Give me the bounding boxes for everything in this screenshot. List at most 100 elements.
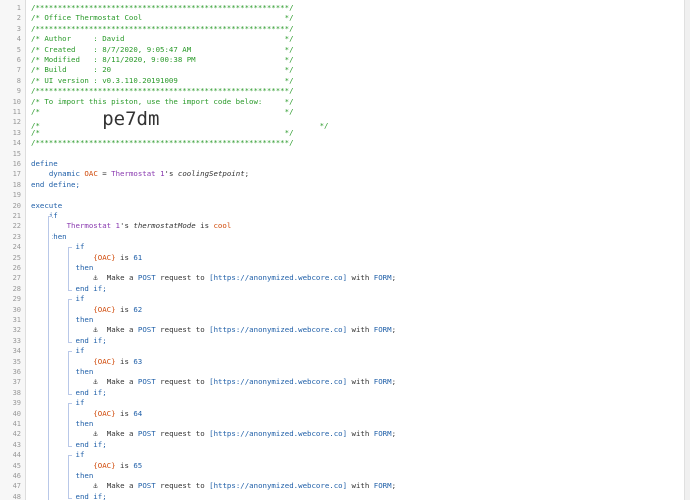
code-text: if bbox=[31, 294, 85, 304]
code-line[interactable]: 12/* pe7dm */ bbox=[0, 110, 684, 131]
code-token: = bbox=[97, 169, 112, 179]
line-number: 42 bbox=[12, 430, 21, 439]
code-line[interactable]: 3 /**************************************… bbox=[0, 24, 684, 34]
code-line[interactable]: 45 {OAC} is 65 bbox=[0, 461, 684, 471]
code-line[interactable]: 10 /* To import this piston, use the impo… bbox=[0, 97, 684, 107]
code-line[interactable]: 23 then bbox=[0, 232, 684, 242]
code-line[interactable]: 7 /* Build : 20 */ bbox=[0, 65, 684, 75]
code-line[interactable]: 24 if bbox=[0, 242, 684, 252]
line-number: 13 bbox=[12, 128, 21, 137]
comment-token: /* To import this piston, use the import… bbox=[31, 96, 294, 106]
device-token: Thermostat 1 bbox=[66, 221, 121, 231]
code-line[interactable]: 34 if bbox=[0, 346, 684, 356]
code-line[interactable]: 18 end define; bbox=[0, 180, 684, 190]
code-line[interactable]: 9 /**************************************… bbox=[0, 86, 684, 96]
keyword-token: POST bbox=[137, 377, 156, 387]
code-text: /* Author : David */ bbox=[31, 34, 294, 44]
block-guide bbox=[68, 351, 72, 395]
code-line[interactable]: 13 /* */ bbox=[0, 128, 684, 138]
code-text: /* Office Thermostat Cool */ bbox=[31, 13, 294, 23]
code-text: then bbox=[31, 367, 94, 377]
comment-token: /* Modified : 8/11/2020, 9:00:38 PM */ bbox=[31, 55, 294, 64]
line-number: 5 bbox=[16, 45, 21, 54]
variable-token: {OAC} bbox=[93, 304, 116, 314]
code-line[interactable]: 48 end if; bbox=[0, 492, 684, 500]
code-line[interactable]: 42 ⚓ Make a POST request to [https://ano… bbox=[0, 429, 684, 439]
keyword-token: FORM bbox=[373, 377, 392, 387]
code-line[interactable]: 47 ⚓ Make a POST request to [https://ano… bbox=[0, 481, 684, 491]
code-token: request to bbox=[155, 325, 210, 335]
code-line[interactable]: 38 end if; bbox=[0, 388, 684, 398]
code-token: coolingSetpoint bbox=[177, 169, 245, 179]
line-number: 12 bbox=[12, 118, 21, 127]
code-line[interactable]: 44 if bbox=[0, 450, 684, 460]
code-token: ; bbox=[391, 429, 397, 439]
code-text: ⚓ Make a POST request to [https://anonym… bbox=[31, 325, 396, 335]
code-line[interactable]: 19 bbox=[0, 190, 684, 200]
code-line[interactable]: 6 /* Modified : 8/11/2020, 9:00:38 PM */ bbox=[0, 55, 684, 65]
code-line[interactable]: 36 then bbox=[0, 367, 684, 377]
code-line[interactable]: 27 ⚓ Make a POST request to [https://ano… bbox=[0, 273, 684, 283]
code-token: with bbox=[347, 429, 374, 439]
code-token: 's bbox=[120, 221, 134, 231]
code-token: 65 bbox=[133, 460, 143, 470]
code-token: 61 bbox=[133, 252, 143, 262]
code-line[interactable]: 8 /* UI version : v0.3.110.20191009 */ bbox=[0, 76, 684, 86]
code-line[interactable]: 20 execute bbox=[0, 201, 684, 211]
code-line[interactable]: 1 /**************************************… bbox=[0, 3, 684, 13]
code-line[interactable]: 30 {OAC} is 62 bbox=[0, 305, 684, 315]
comment-token: /* Author : David */ bbox=[31, 34, 294, 44]
code-line[interactable]: 5 /* Created : 8/7/2020, 9:05:47 AM */ bbox=[0, 45, 684, 55]
line-number: 34 bbox=[12, 347, 21, 356]
code-line[interactable]: 21 if bbox=[0, 211, 684, 221]
keyword-token: if bbox=[75, 398, 85, 408]
code-line[interactable]: 28 end if; bbox=[0, 284, 684, 294]
code-text: /* Build : 20 */ bbox=[31, 65, 294, 75]
code-line[interactable]: 40 {OAC} is 64 bbox=[0, 409, 684, 419]
code-line[interactable]: 25 {OAC} is 61 bbox=[0, 253, 684, 263]
code-line[interactable]: 14 /*************************************… bbox=[0, 138, 684, 148]
code-line[interactable]: 4 /* Author : David */ bbox=[0, 34, 684, 44]
code-token: Make a bbox=[102, 429, 138, 439]
code-line[interactable]: 31 then bbox=[0, 315, 684, 325]
code-text: if bbox=[31, 242, 85, 252]
line-number: 24 bbox=[12, 243, 21, 252]
line-number: 28 bbox=[12, 284, 21, 293]
code-text: execute bbox=[31, 201, 62, 211]
code-line[interactable]: 35 {OAC} is 63 bbox=[0, 357, 684, 367]
code-line[interactable]: 39 if bbox=[0, 398, 684, 408]
code-line[interactable]: 33 end if; bbox=[0, 336, 684, 346]
vertical-scrollbar[interactable] bbox=[684, 0, 690, 500]
code-line[interactable]: 22 Thermostat 1's thermostatMode is cool bbox=[0, 221, 684, 231]
code-line[interactable]: 43 end if; bbox=[0, 440, 684, 450]
code-line[interactable]: 46 then bbox=[0, 471, 684, 481]
code-editor[interactable]: 1 /**************************************… bbox=[0, 0, 690, 500]
line-number: 9 bbox=[16, 87, 21, 96]
code-token: Make a bbox=[102, 377, 138, 387]
line-number: 26 bbox=[12, 264, 21, 272]
code-line[interactable]: 15 bbox=[0, 149, 684, 159]
code-token: [https://anonymized.webcore.co] bbox=[209, 481, 348, 491]
code-token: is bbox=[115, 252, 134, 262]
code-line[interactable]: 26 then bbox=[0, 263, 684, 273]
line-number: 6 bbox=[16, 56, 21, 64]
code-line[interactable]: 16 define bbox=[0, 159, 684, 169]
keyword-token: then bbox=[75, 263, 94, 272]
code-line[interactable]: 29 if bbox=[0, 294, 684, 304]
line-number: 37 bbox=[12, 378, 21, 387]
code-line[interactable]: 2 /* Office Thermostat Cool */ bbox=[0, 13, 684, 23]
code-token: request to bbox=[155, 377, 210, 387]
code-line[interactable]: 32 ⚓ Make a POST request to [https://ano… bbox=[0, 325, 684, 335]
line-number: 11 bbox=[12, 108, 21, 116]
keyword-token: end if; bbox=[75, 283, 107, 293]
line-number: 4 bbox=[16, 35, 21, 44]
code-token: Make a bbox=[102, 481, 138, 491]
comment-token: /* Office Thermostat Cool */ bbox=[31, 13, 294, 23]
code-line[interactable]: 17 dynamic OAC = Thermostat 1's coolingS… bbox=[0, 169, 684, 179]
keyword-token: if bbox=[75, 450, 85, 460]
code-line[interactable]: 37 ⚓ Make a POST request to [https://ano… bbox=[0, 377, 684, 387]
code-token: 64 bbox=[133, 408, 143, 418]
code-line[interactable]: 41 then bbox=[0, 419, 684, 429]
